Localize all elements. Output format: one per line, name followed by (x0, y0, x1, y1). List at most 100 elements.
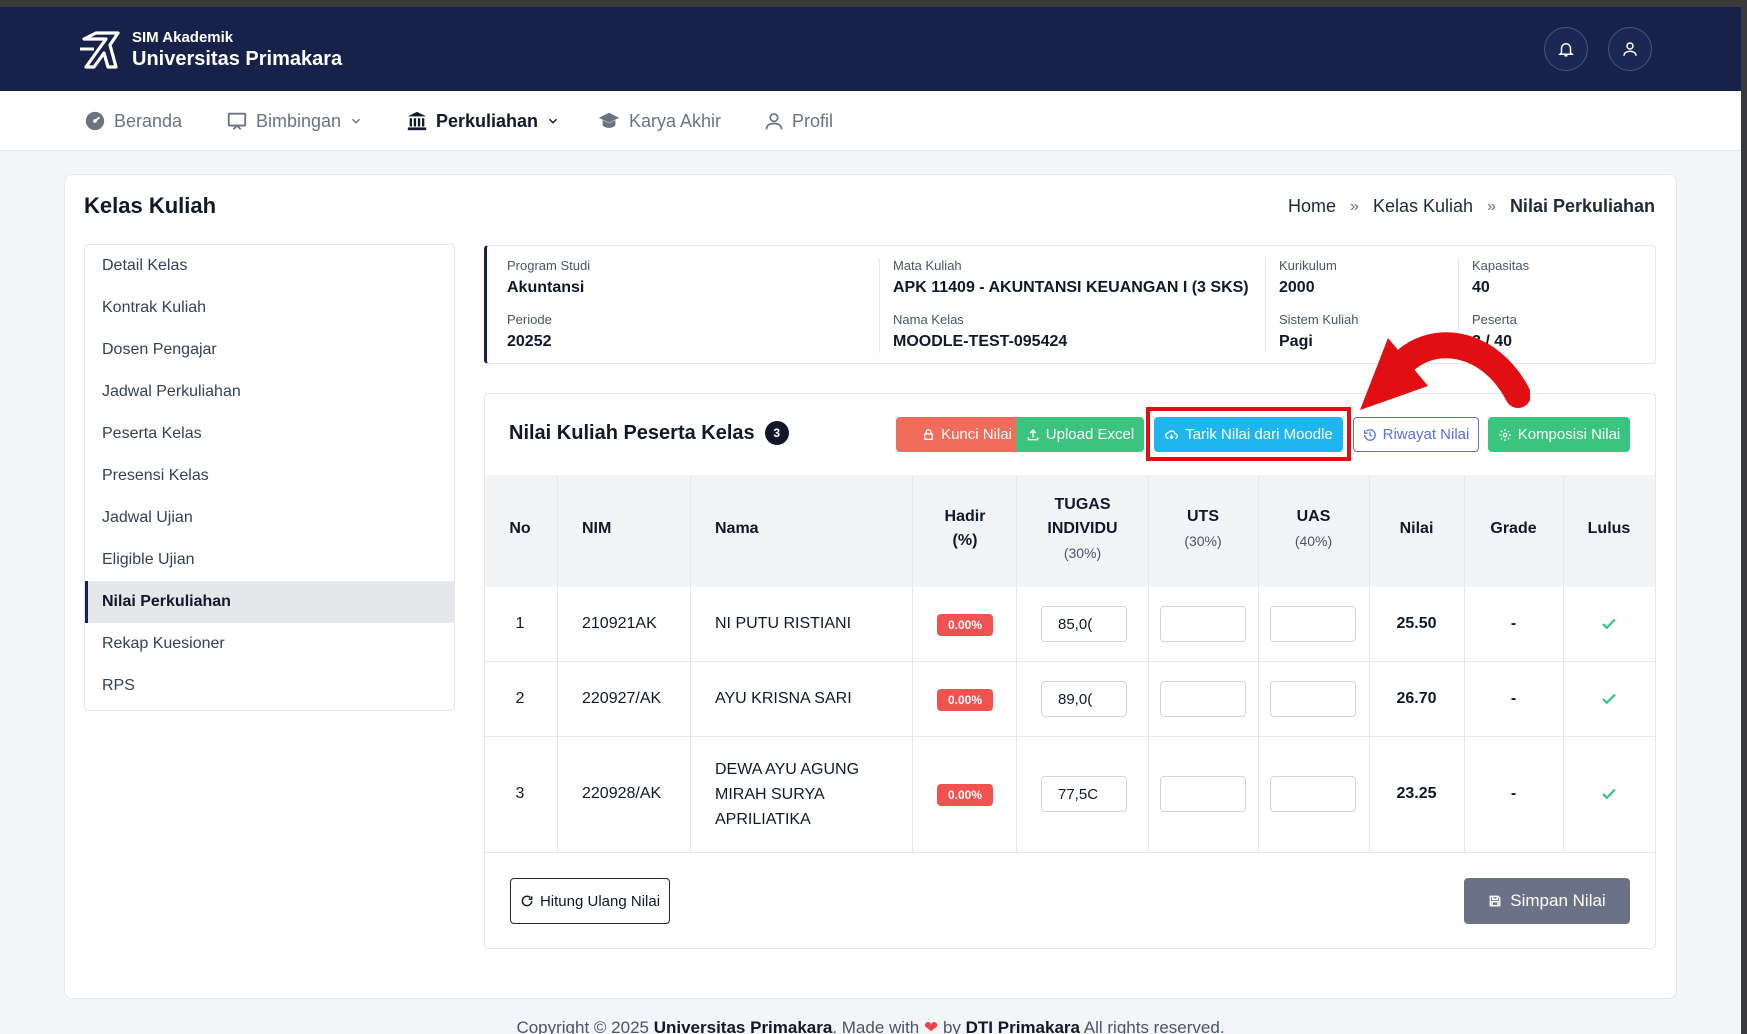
nav-beranda-label: Beranda (114, 110, 183, 131)
uts-input[interactable] (1160, 606, 1246, 642)
recalculate-button[interactable]: Hitung Ulang Nilai (510, 878, 670, 924)
col-hadir-label: Hadir (944, 508, 986, 525)
info-label: Peserta (1472, 312, 1517, 327)
side-item-peserta-kelas[interactable]: Peserta Kelas (85, 413, 454, 455)
account-button[interactable] (1608, 27, 1652, 71)
breadcrumb-kelas-kuliah[interactable]: Kelas Kuliah (1373, 196, 1473, 217)
brand-title: Universitas Primakara (132, 48, 343, 70)
lock-icon (924, 428, 934, 441)
side-item-rekap-kuesioner[interactable]: Rekap Kuesioner (85, 623, 454, 665)
side-item-eligible-ujian[interactable]: Eligible Ujian (85, 539, 454, 581)
annotation-highlight-box (1146, 407, 1351, 461)
nav-karya-akhir[interactable]: Karya Akhir (597, 91, 721, 151)
cell-no: 3 (515, 785, 525, 802)
info-label: Program Studi (507, 258, 591, 273)
grades-title: Nilai Kuliah Peserta Kelas 3 (509, 421, 789, 445)
side-item-jadwal-ujian[interactable]: Jadwal Ujian (85, 497, 454, 539)
tugas-input[interactable]: 85,0( (1041, 606, 1127, 642)
recalculate-label: Hitung Ulang Nilai (539, 892, 661, 910)
col-tugas-label: TUGAS (1054, 496, 1111, 513)
cell-nama: AYU KRISNA SARI (715, 690, 852, 707)
cell-nim: 220928/AK (582, 785, 662, 802)
lock-grades-label: Kunci Nilai (941, 426, 1012, 443)
nav-bimbingan[interactable]: Bimbingan (226, 91, 363, 151)
nav-profil-label: Profil (792, 110, 834, 131)
main-nav: Beranda Bimbingan Perkuliahan Karya Akhi… (0, 91, 1741, 151)
col-hadir: Hadir (%) (915, 505, 1015, 553)
uts-input[interactable] (1160, 681, 1246, 717)
window-frame-right (1741, 0, 1747, 1034)
info-label: Mata Kuliah (893, 258, 962, 273)
footer-prefix: Copyright © 2025 (516, 1018, 654, 1034)
cell-nilai: 26.70 (1396, 690, 1437, 707)
info-label: Nama Kelas (893, 312, 964, 327)
tugas-input[interactable]: 89,0( (1041, 681, 1127, 717)
side-item-nilai-perkuliahan[interactable]: Nilai Perkuliahan (85, 581, 454, 623)
save-icon (1489, 895, 1501, 907)
graduation-cap-icon (598, 112, 620, 128)
side-item-rps[interactable]: RPS (85, 665, 454, 707)
bell-icon (1558, 43, 1574, 57)
footer-by: by (938, 1018, 966, 1034)
breadcrumb-separator: » (1350, 197, 1359, 215)
grade-composition-label: Komposisi Nilai (1517, 426, 1621, 443)
check-icon (1602, 788, 1616, 800)
footer-org-link[interactable]: Universitas Primakara (654, 1018, 833, 1034)
col-uts: UTS (30%) (1148, 505, 1258, 553)
footer-mid: . Made with (832, 1018, 924, 1034)
info-value: 2000 (1279, 279, 1315, 296)
upload-excel-button[interactable]: Upload Excel (1016, 417, 1144, 452)
save-grades-button[interactable]: Simpan Nilai (1464, 878, 1630, 924)
institution-icon (407, 111, 427, 131)
top-header: SIM Akademik Universitas Primakara (0, 7, 1741, 91)
side-item-dosen-pengajar[interactable]: Dosen Pengajar (85, 329, 454, 371)
info-label: Sistem Kuliah (1279, 312, 1359, 327)
notification-button[interactable] (1544, 27, 1588, 71)
side-item-kontrak-kuliah[interactable]: Kontrak Kuliah (85, 287, 454, 329)
cell-grade: - (1510, 615, 1517, 632)
cell-nim: 210921AK (582, 615, 657, 632)
info-divider (879, 258, 880, 353)
nav-perkuliahan[interactable]: Perkuliahan (406, 91, 560, 151)
col-uas-weight: (40%) (1294, 533, 1333, 549)
cell-grade: - (1510, 690, 1517, 707)
cell-nim: 220927/AK (582, 690, 662, 707)
info-value: MOODLE-TEST-095424 (893, 333, 1068, 350)
col-lulus: Lulus (1587, 520, 1631, 537)
footer-team-link[interactable]: DTI Primakara (966, 1018, 1080, 1034)
brand[interactable]: SIM Akademik Universitas Primakara (76, 27, 342, 73)
gauge-icon (85, 111, 105, 131)
info-value: APK 11409 - AKUNTANSI KEUANGAN I (3 SKS) (893, 279, 1249, 296)
info-value: 40 (1472, 279, 1490, 296)
uas-input[interactable] (1270, 776, 1356, 812)
page-title: Kelas Kuliah (84, 193, 217, 218)
info-kapasitas: Kapasitas 40 (1472, 258, 1529, 299)
info-label: Kapasitas (1472, 258, 1530, 273)
nav-profil[interactable]: Profil (764, 91, 833, 151)
footer-suffix: All rights reserved. (1079, 1018, 1225, 1034)
window-frame-top (0, 0, 1747, 7)
col-nim: NIM (582, 520, 612, 537)
annotation-arrow-icon (1360, 332, 1530, 410)
nav-beranda[interactable]: Beranda (84, 91, 182, 151)
side-item-detail-kelas[interactable]: Detail Kelas (85, 245, 454, 287)
col-nilai: Nilai (1399, 520, 1434, 537)
uas-input[interactable] (1270, 606, 1356, 642)
side-item-jadwal-perkuliahan[interactable]: Jadwal Perkuliahan (85, 371, 454, 413)
uas-input[interactable] (1270, 681, 1356, 717)
info-kurikulum: Kurikulum 2000 (1279, 258, 1337, 299)
upload-excel-label: Upload Excel (1045, 426, 1135, 443)
breadcrumb-home[interactable]: Home (1288, 196, 1336, 217)
nav-bimbingan-label: Bimbingan (256, 110, 342, 131)
info-periode: Periode 20252 (507, 312, 552, 353)
uts-input[interactable] (1160, 776, 1246, 812)
class-side-menu: Detail Kelas Kontrak Kuliah Dosen Pengaj… (84, 244, 455, 711)
chevron-down-icon (549, 118, 558, 124)
col-hadir-sub: (%) (952, 532, 978, 549)
check-icon (1602, 693, 1616, 705)
col-tugas-weight: (30%) (1063, 545, 1102, 561)
student-count-badge: 3 (764, 421, 789, 445)
breadcrumb: Home » Kelas Kuliah » Nilai Perkuliahan (1288, 196, 1655, 217)
side-item-presensi-kelas[interactable]: Presensi Kelas (85, 455, 454, 497)
tugas-input[interactable]: 77,5C (1041, 776, 1127, 812)
